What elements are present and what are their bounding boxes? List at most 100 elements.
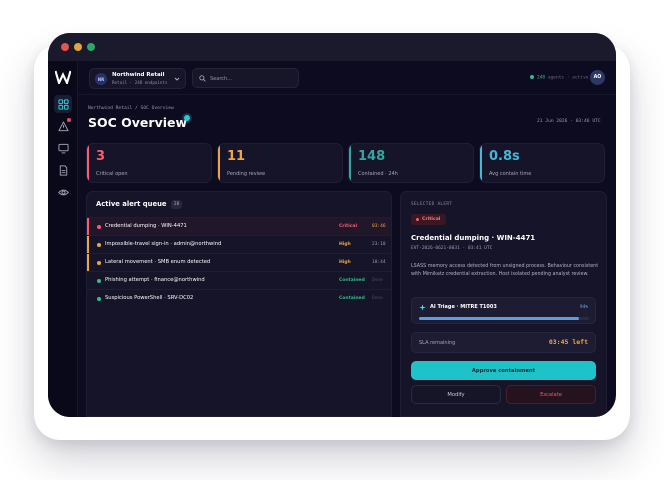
- agents-status: 248 agents · active: [530, 75, 589, 81]
- kpi-label: Pending review: [227, 171, 266, 177]
- alert-time: 23:10: [372, 242, 386, 247]
- sidebar-item-dashboard[interactable]: [54, 95, 72, 113]
- severity-badge: Critical: [411, 214, 446, 225]
- table-row[interactable]: Credential dumping · WIN-4471 Critical 0…: [87, 217, 391, 236]
- main-area: NR Northwind Retail Retail · 248 endpoin…: [78, 61, 616, 417]
- detail-section-label: SELECTED ALERT: [411, 202, 453, 207]
- kpi-accent-bar: [480, 144, 482, 182]
- row-severity-edge: [87, 218, 89, 236]
- alert-severity: High: [339, 260, 351, 265]
- queue-title: Active alert queue: [96, 200, 167, 208]
- live-indicator-icon: [184, 115, 190, 121]
- alerts-badge: [67, 118, 71, 122]
- document-icon: [59, 164, 67, 176]
- table-row[interactable]: Impossible-travel sign-in · admin@northw…: [87, 235, 391, 254]
- sla-label: SLA remaining: [419, 340, 456, 346]
- kpi-card-contained[interactable]: 148 Contained · 24h: [348, 143, 474, 183]
- close-window-button[interactable]: [61, 43, 69, 51]
- warning-triangle-icon: [57, 121, 69, 131]
- breadcrumb: Northwind Retail / SOC Overview: [88, 106, 174, 111]
- sparkle-icon: [419, 304, 426, 311]
- agents-count: 248: [537, 75, 546, 81]
- triage-percent: 94%: [579, 305, 588, 310]
- org-name: Northwind Retail: [112, 72, 165, 78]
- severity-dot-icon: [97, 243, 101, 247]
- severity-dot-icon: [97, 225, 101, 229]
- row-severity-edge: [87, 272, 89, 290]
- kpi-label: Contained · 24h: [358, 171, 398, 177]
- sla-card: SLA remaining 03:45 left: [411, 332, 596, 353]
- alert-detail-panel: SELECTED ALERT Critical Credential dumpi…: [400, 191, 607, 417]
- kpi-label: Critical open: [96, 171, 128, 177]
- queue-count-badge: 28: [171, 200, 182, 209]
- alert-title: Credential dumping · WIN-4471: [105, 223, 187, 229]
- w-logo-icon[interactable]: [55, 70, 71, 84]
- alert-severity: High: [339, 242, 351, 247]
- detail-title: Credential dumping · WIN-4471: [411, 234, 536, 242]
- row-severity-edge: [87, 236, 89, 254]
- org-avatar: NR: [95, 73, 107, 85]
- kpi-card-critical[interactable]: 3 Critical open: [86, 143, 212, 183]
- kpi-card-pending[interactable]: 11 Pending review: [217, 143, 343, 183]
- online-dot-icon: [530, 75, 534, 79]
- kpi-accent-bar: [218, 144, 220, 182]
- table-row[interactable]: Lateral movement · SMB enum detected Hig…: [87, 253, 391, 272]
- kpi-value: 148: [358, 149, 386, 164]
- org-switcher[interactable]: NR Northwind Retail Retail · 248 endpoin…: [89, 68, 186, 89]
- escalate-button[interactable]: Escalate: [506, 385, 596, 404]
- alert-time: 03:46: [372, 224, 386, 229]
- table-row[interactable]: Phishing attempt · finance@northwind Con…: [87, 271, 391, 290]
- sidebar-item-reports[interactable]: [54, 161, 72, 179]
- search-icon: [199, 75, 206, 82]
- top-bar: NR Northwind Retail Retail · 248 endpoin…: [78, 61, 616, 95]
- sidebar-item-endpoints[interactable]: [54, 139, 72, 157]
- kpi-value: 11: [227, 149, 246, 164]
- alert-title: Lateral movement · SMB enum detected: [105, 259, 211, 265]
- severity-dot-icon: [97, 279, 101, 283]
- page-title: SOC Overview: [88, 115, 188, 130]
- alert-title: Phishing attempt · finance@northwind: [105, 277, 205, 283]
- org-subtitle: Retail · 248 endpoints: [112, 80, 168, 85]
- row-severity-edge: [87, 254, 89, 272]
- minimize-window-button[interactable]: [74, 43, 82, 51]
- kpi-card-contain-time[interactable]: 0.8s Avg contain time: [479, 143, 605, 183]
- modify-button[interactable]: Modify: [411, 385, 501, 404]
- maximize-window-button[interactable]: [87, 43, 95, 51]
- alert-time: 18:44: [372, 260, 386, 265]
- chevron-down-icon: [174, 77, 180, 81]
- alert-time: Done: [372, 296, 383, 301]
- triage-title: AI Triage · MITRE T1003: [430, 304, 497, 310]
- agents-status-text: agents · active: [547, 75, 589, 81]
- kpi-accent-bar: [349, 144, 351, 182]
- grid-icon: [57, 98, 69, 110]
- sidebar-item-threat-intel[interactable]: [54, 183, 72, 201]
- search-box[interactable]: [192, 68, 299, 88]
- sla-value: 03:45 left: [548, 338, 588, 346]
- alert-severity: Contained: [339, 278, 365, 283]
- alert-title: Impossible-travel sign-in · admin@northw…: [105, 241, 222, 247]
- ai-triage-card: AI Triage · MITRE T1003 94%: [411, 297, 596, 324]
- severity-badge-label: Critical: [422, 217, 441, 222]
- alert-severity: Contained: [339, 296, 365, 301]
- title-bar: [48, 33, 616, 61]
- sidebar: N: [48, 61, 78, 417]
- alert-time: Done: [372, 278, 383, 283]
- row-severity-edge: [87, 290, 89, 308]
- alert-queue-panel: Active alert queue 28 Credential dumping…: [86, 191, 392, 417]
- triage-progress-fill: [419, 317, 579, 320]
- eye-icon: [57, 189, 69, 195]
- kpi-label: Avg contain time: [489, 171, 532, 177]
- page-timestamp: 21 Jun 2026 · 03:46 UTC: [537, 119, 601, 124]
- severity-dot-icon: [97, 261, 101, 265]
- search-input[interactable]: [210, 73, 295, 84]
- severity-dot-icon: [97, 297, 101, 301]
- sidebar-item-alerts[interactable]: [54, 117, 72, 135]
- table-row[interactable]: Suspicious PowerShell · SRV-DC02 Contain…: [87, 289, 391, 308]
- triage-progress-track: [419, 317, 589, 320]
- app-window: N NR Northwind Retail Retail · 248 endpo…: [48, 33, 616, 417]
- user-avatar[interactable]: AO: [590, 70, 605, 85]
- approve-containment-button[interactable]: Approve containment: [411, 361, 596, 380]
- critical-dot-icon: [416, 218, 419, 221]
- monitor-icon: [57, 143, 69, 153]
- alert-description: LSASS memory access detected from unsign…: [411, 264, 599, 277]
